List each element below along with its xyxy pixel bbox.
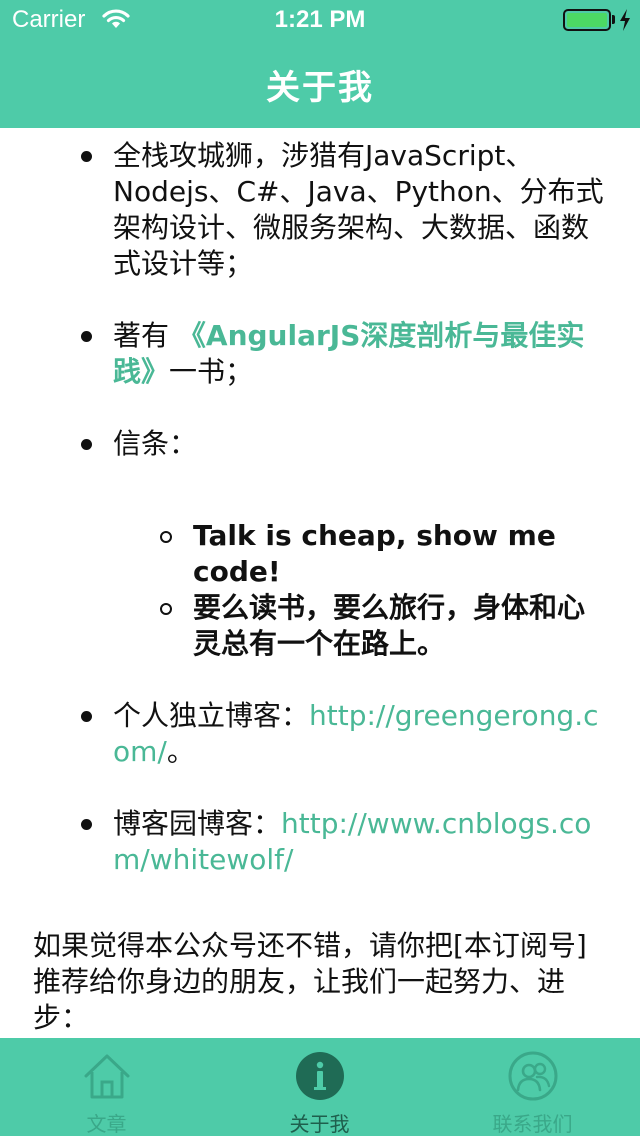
- charging-icon: [620, 9, 630, 31]
- motto-list: Talk is cheap, show me code! 要么读书，要么旅行，身…: [113, 518, 606, 662]
- home-icon: [84, 1054, 129, 1099]
- motto-item: Talk is cheap, show me code!: [113, 518, 606, 590]
- about-list: 全栈攻城狮，涉猎有JavaScript、Nodejs、C#、Java、Pytho…: [0, 138, 640, 914]
- tab-label: 文章: [86, 1112, 127, 1136]
- tab-label: 联系我们: [492, 1112, 573, 1136]
- tab-about[interactable]: 关于我: [213, 1038, 426, 1136]
- list-item-motto: 信条： Talk is cheap, show me code! 要么读书，要么…: [0, 426, 640, 662]
- page-title: 关于我: [266, 68, 374, 108]
- list-item-blog: 个人独立博客：http://greengerong.com/。: [0, 698, 640, 770]
- info-icon: [295, 1052, 344, 1100]
- tab-articles[interactable]: 文章: [0, 1038, 213, 1136]
- about-content[interactable]: 全栈攻城狮，涉猎有JavaScript、Nodejs、C#、Java、Pytho…: [0, 128, 640, 1038]
- navigation-header: Carrier 1:21 PM 关于我: [0, 0, 640, 128]
- tab-bar: 文章 关于我 联系我们: [0, 1038, 640, 1136]
- clock: 1:21 PM: [274, 6, 366, 33]
- tab-label: 关于我: [289, 1112, 350, 1136]
- list-item-cnblogs: 博客园博客：http://www.cnblogs.com/whitewolf/: [0, 806, 640, 878]
- contacts-icon: [508, 1051, 557, 1101]
- closing-paragraph: 如果觉得本公众号还不错，请你把[本订阅号]推荐给你身边的朋友，让我们一起努力、进…: [33, 929, 587, 1034]
- list-item-skills: 全栈攻城狮，涉猎有JavaScript、Nodejs、C#、Java、Pytho…: [0, 138, 640, 282]
- battery-icon: [563, 9, 611, 31]
- motto-item: 要么读书，要么旅行，身体和心灵总有一个在路上。: [113, 590, 606, 662]
- status-bar: Carrier 1:21 PM: [0, 0, 640, 40]
- list-item-book: 著有 《AngularJS深度剖析与最佳实践》一书；: [0, 318, 640, 390]
- battery-tip: [612, 15, 615, 24]
- tab-contact[interactable]: 联系我们: [426, 1038, 639, 1136]
